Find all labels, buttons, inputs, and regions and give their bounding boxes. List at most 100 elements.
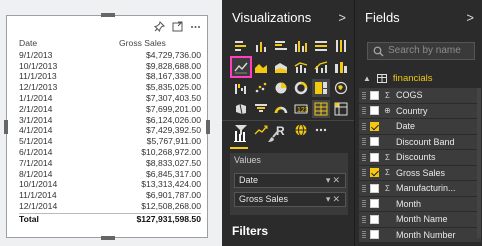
filled-map-icon[interactable] [232,100,250,118]
stacked-area-chart-icon[interactable] [272,58,290,76]
table-visual[interactable]: Date Gross Sales 9/1/2013 $4,729,736.00 10… [4,13,210,240]
table-visual-icon[interactable] [312,100,330,118]
drag-handle-icon[interactable] [362,184,366,192]
line-and-stacked-column-icon[interactable] [292,58,310,76]
drag-handle-icon[interactable] [362,231,366,239]
100-stacked-column-icon[interactable] [332,37,350,55]
drag-handle-icon[interactable] [362,200,366,208]
expand-chevron-icon[interactable]: ▲ [363,74,371,83]
field-item[interactable]: Month [359,196,481,212]
collapse-fields-icon[interactable]: > [466,10,474,25]
resize-handle-bottom[interactable] [101,236,115,240]
matrix-icon[interactable] [332,100,350,118]
focus-mode-icon[interactable] [172,21,183,32]
resize-handle-top[interactable] [101,13,115,17]
visual-header [154,21,201,32]
field-item[interactable]: Σ Manufacturin... [359,181,481,197]
globe-icon[interactable] [292,121,310,139]
line-and-clustered-column-icon[interactable] [312,58,330,76]
remove-x-icon[interactable]: ✕ [332,194,342,204]
pin-icon[interactable] [154,21,165,32]
date-cell: 2/1/2014 [19,103,53,114]
column-header-date[interactable]: Date [19,38,89,49]
stacked-bar-chart-icon[interactable] [232,37,250,55]
active-tab-indicator [230,147,248,149]
drag-handle-icon[interactable] [362,169,366,177]
field-checkbox[interactable] [370,137,379,147]
field-checkbox[interactable] [370,214,379,224]
fields-tab-icon[interactable] [232,128,248,144]
field-checkbox[interactable] [370,152,379,162]
field-checkbox[interactable] [370,106,379,116]
clustered-bar-chart-icon[interactable] [272,37,290,55]
field-item[interactable]: ⊕ Country [359,103,481,119]
stacked-column-chart-icon[interactable] [252,37,270,55]
field-checkbox[interactable] [370,183,379,193]
collapse-visualizations-icon[interactable]: > [338,10,346,25]
format-paintbrush-icon[interactable] [266,128,282,144]
resize-handle-right[interactable] [206,120,210,134]
field-item[interactable]: Σ Gross Sales [359,165,481,181]
field-item[interactable]: Σ COGS [359,88,481,104]
field-item[interactable]: Discount Band [359,134,481,150]
field-checkbox[interactable] [370,121,379,131]
filters-heading[interactable]: Filters [232,224,268,238]
ribbon-chart-icon[interactable] [332,58,350,76]
drag-handle-icon[interactable] [362,107,366,115]
field-checkbox[interactable] [370,199,379,209]
100-stacked-bar-icon[interactable] [312,37,330,55]
table-total-row: Total $127,931,598.50 [19,212,201,224]
drag-handle-icon[interactable] [362,91,366,99]
field-name: Country [396,105,428,116]
area-chart-icon[interactable] [252,58,270,76]
table-row: 5/1/2014 $5,767,911.00 [19,136,201,147]
field-checkbox[interactable] [370,90,379,100]
column-header-gross-sales[interactable]: Gross Sales [89,38,201,49]
more-options-icon[interactable] [190,21,201,32]
gross-sales-cell: $8,833,027.50 [146,157,201,168]
field-name: Month Name [396,214,448,225]
clustered-column-chart-icon[interactable] [292,37,310,55]
gauge-chart-icon[interactable] [272,100,290,118]
drag-handle-icon[interactable] [362,153,366,161]
field-name: Discounts [396,152,436,163]
field-item[interactable]: Σ Discounts [359,150,481,166]
fields-scrollbar[interactable] [477,88,481,238]
gross-sales-cell: $5,835,025.00 [146,82,201,93]
funnel-chart-icon[interactable] [252,100,270,118]
table-row: 2/1/2014 $7,699,201.00 [19,104,201,115]
donut-chart-icon[interactable] [292,79,310,97]
remove-x-icon[interactable]: ✕ [332,175,342,185]
field-name: Month [396,198,422,209]
pie-chart-icon[interactable] [272,79,290,97]
resize-handle-left[interactable] [4,120,8,134]
value-well-gross-sales[interactable]: Gross Sales ▾✕ [234,192,346,207]
table-row: 10/1/2014 $13,313,424.00 [19,179,201,190]
treemap-icon[interactable] [312,79,330,97]
date-cell: 12/1/2014 [19,200,58,211]
table-row: 10/1/2013 $9,828,688.00 [19,61,201,72]
more-visuals-icon[interactable] [312,121,330,139]
fields-search-input[interactable]: Search by name [367,42,475,60]
sigma-icon: Σ [385,152,390,162]
field-name: Manufacturin... [396,183,456,194]
field-checkbox[interactable] [370,168,379,178]
table-node-financials[interactable]: ▲ financials [363,73,433,84]
drag-handle-icon[interactable] [362,215,366,223]
field-checkbox[interactable] [370,230,379,240]
card-icon[interactable]: 123 [292,100,310,118]
table-icon [376,74,387,83]
map-icon[interactable] [332,79,350,97]
field-item[interactable]: Date [359,119,481,135]
date-cell: 11/1/2014 [19,190,57,201]
drag-handle-icon[interactable] [362,122,366,130]
field-item[interactable]: Month Number [359,227,481,243]
drag-handle-icon[interactable] [362,138,366,146]
report-canvas[interactable]: Date Gross Sales 9/1/2013 $4,729,736.00 10… [0,0,222,246]
value-well-date[interactable]: Date ▾✕ [234,173,346,188]
date-cell: 3/1/2014 [19,114,53,125]
waterfall-chart-icon[interactable] [232,79,250,97]
field-item[interactable]: Month Name [359,212,481,228]
scatter-chart-icon[interactable] [252,79,270,97]
line-chart-icon[interactable] [230,56,252,78]
